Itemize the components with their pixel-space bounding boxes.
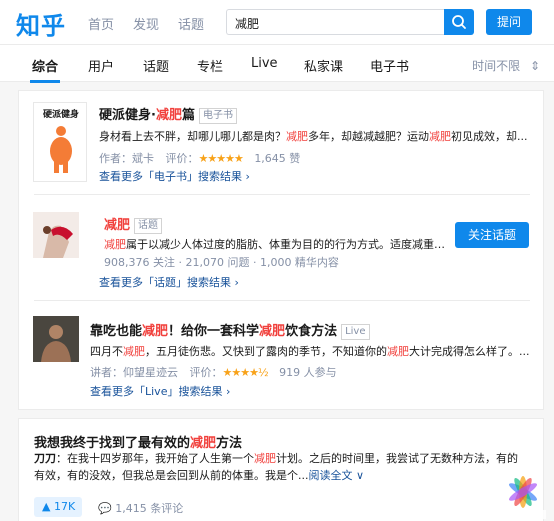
- ebook-author: 作者：斌卡: [99, 152, 154, 165]
- star-rating-icon: ★★★★½: [222, 366, 269, 379]
- tab-all[interactable]: 综合: [32, 56, 58, 75]
- live-desc-text: 大计完成得怎么样了。...: [409, 345, 530, 358]
- tab-private-courses[interactable]: 私家课: [304, 56, 343, 75]
- upvote-button[interactable]: ▲ 17K: [34, 497, 82, 517]
- divider: [34, 194, 530, 195]
- ebook-desc-highlight: 减肥: [429, 130, 451, 143]
- live-description[interactable]: 四月不减肥，五月徒伤悲。又快到了露肉的季节，不知道你的减肥大计完成得怎么样了。.…: [90, 343, 530, 359]
- divider: [34, 300, 530, 301]
- answer-title-text: 我想我终于找到了最有效的: [34, 436, 191, 451]
- ebook-cover[interactable]: 硬派健身: [33, 102, 87, 182]
- answer-title-text: 方法: [216, 436, 243, 451]
- live-type-tag: Live: [341, 324, 370, 340]
- answer-author[interactable]: 刀刀: [34, 452, 56, 465]
- tab-columns[interactable]: 专栏: [197, 56, 223, 75]
- topic-thumbnail[interactable]: [33, 212, 79, 258]
- live-title-text: 饮食方法: [285, 324, 338, 339]
- ebook-desc-part: 多年，却越减越肥？运动: [308, 130, 429, 143]
- answer-body-text: ：在我十四岁那年，我开始了人生第一个: [56, 452, 254, 465]
- tab-topics[interactable]: 话题: [143, 56, 169, 75]
- ebook-likes: 1,645 赞: [254, 152, 301, 165]
- live-rating-label: 评价：: [189, 366, 223, 379]
- more-live-link[interactable]: 查看更多「Live」搜索结果 ›: [90, 383, 230, 399]
- search-icon: [452, 15, 466, 29]
- zhihu-logo[interactable]: 知乎: [16, 6, 66, 41]
- live-meta: 讲者：仰望星迹云 评价：★★★★½ 919 人参与: [90, 364, 337, 380]
- answer-title-highlight: 减肥: [190, 436, 217, 451]
- ebook-desc-highlight: 减肥: [286, 130, 308, 143]
- topic-title-text: 减肥: [104, 218, 131, 233]
- ebook-type-tag: 电子书: [198, 108, 237, 124]
- search-button[interactable]: [444, 9, 474, 35]
- ebook-figure-illustration: [50, 126, 72, 173]
- top-header: 知乎 首页 发现 话题 减肥 提问: [0, 0, 554, 44]
- nav-topics[interactable]: 话题: [178, 14, 204, 33]
- nav-discover[interactable]: 发现: [133, 14, 159, 33]
- search-type-tabs: 综合 用户 话题 专栏 Live 私家课 电子书 时间不限 ⇕: [0, 44, 554, 83]
- search-input[interactable]: 减肥: [226, 9, 444, 35]
- topic-description[interactable]: 减肥属于以减少人体过度的脂肪、体重为目的的行为方式。适度减重可...: [104, 236, 447, 252]
- live-thumbnail[interactable]: [33, 316, 79, 362]
- comments-count: 1,415 条评论: [115, 502, 184, 515]
- ebook-desc-part: 身材看上去不胖，却哪儿哪儿都是肉？: [99, 130, 286, 143]
- live-desc-highlight: 减肥: [387, 345, 409, 358]
- live-title-text: ！给你一套科学: [168, 324, 260, 339]
- live-speaker-photo: [33, 316, 79, 362]
- topic-desc-highlight: 减肥: [104, 238, 126, 251]
- ebook-meta: 作者：斌卡 评价：★★★★★ 1,645 赞: [99, 150, 300, 166]
- time-filter-dropdown[interactable]: 时间不限 ⇕: [472, 57, 540, 74]
- tab-live[interactable]: Live: [251, 56, 278, 71]
- more-ebooks-link[interactable]: 查看更多「电子书」搜索结果 ›: [99, 168, 250, 184]
- ebook-title-text: 硬派健身·: [99, 108, 156, 123]
- more-topics-link[interactable]: 查看更多「话题」搜索结果 ›: [99, 274, 239, 290]
- ebook-description[interactable]: 身材看上去不胖，却哪儿哪儿都是肉？减肥多年，却越减越肥？运动减肥初见成效，却..…: [99, 128, 529, 144]
- peacock-watermark-logo: [500, 476, 546, 519]
- time-filter-label: 时间不限: [472, 59, 521, 73]
- active-tab-indicator: [30, 80, 60, 83]
- read-more-link[interactable]: 阅读全文 ∨: [309, 469, 365, 482]
- ebook-title-text-end: 篇: [181, 108, 195, 123]
- live-desc-text: ，五月徒伤悲。又快到了露肉的季节，不知道你的: [145, 345, 387, 358]
- live-title[interactable]: 靠吃也能减肥！给你一套科学减肥饮食方法 Live: [90, 320, 370, 340]
- live-title-highlight: 减肥: [259, 324, 286, 339]
- topic-desc-text: 属于以减少人体过度的脂肪、体重为目的的行为方式。适度减重可...: [126, 238, 447, 251]
- sort-arrows-icon: ⇕: [529, 59, 540, 73]
- star-rating-icon: ★★★★★: [198, 152, 244, 165]
- answer-title[interactable]: 我想我终于找到了最有效的减肥方法: [34, 432, 242, 451]
- live-title-highlight: 减肥: [142, 324, 169, 339]
- answer-excerpt[interactable]: 刀刀：在我十四岁那年，我开始了人生第一个减肥计划。之后的时间里，我尝试了无数种方…: [34, 450, 524, 484]
- comment-icon: 💬: [98, 502, 112, 515]
- follow-topic-button[interactable]: 关注话题: [455, 222, 529, 248]
- ebook-desc-part: 初见成效，却...: [451, 130, 528, 143]
- live-participants: 919 人参与: [279, 366, 337, 379]
- tab-users[interactable]: 用户: [88, 56, 114, 75]
- topic-type-tag: 话题: [134, 218, 163, 234]
- ebook-title-highlight: 减肥: [155, 108, 182, 123]
- ask-question-button[interactable]: 提问: [486, 9, 532, 35]
- live-title-text: 靠吃也能: [90, 324, 143, 339]
- ebook-rating-label: 评价：: [165, 152, 199, 165]
- ebook-title[interactable]: 硬派健身·减肥篇 电子书: [99, 104, 237, 124]
- answer-body-highlight: 减肥: [254, 452, 276, 465]
- live-speaker: 讲者：仰望星迹云: [90, 366, 178, 379]
- live-desc-text: 四月不: [90, 345, 123, 358]
- live-desc-highlight: 减肥: [123, 345, 145, 358]
- comments-button[interactable]: 💬 1,415 条评论: [98, 500, 183, 516]
- topic-image-figure: [33, 212, 79, 258]
- topic-stats: 908,376 关注 · 21,070 问题 · 1,000 精华内容: [104, 256, 339, 269]
- nav-home[interactable]: 首页: [88, 14, 114, 33]
- topic-title[interactable]: 减肥 话题: [104, 214, 163, 234]
- tab-ebooks[interactable]: 电子书: [370, 56, 409, 75]
